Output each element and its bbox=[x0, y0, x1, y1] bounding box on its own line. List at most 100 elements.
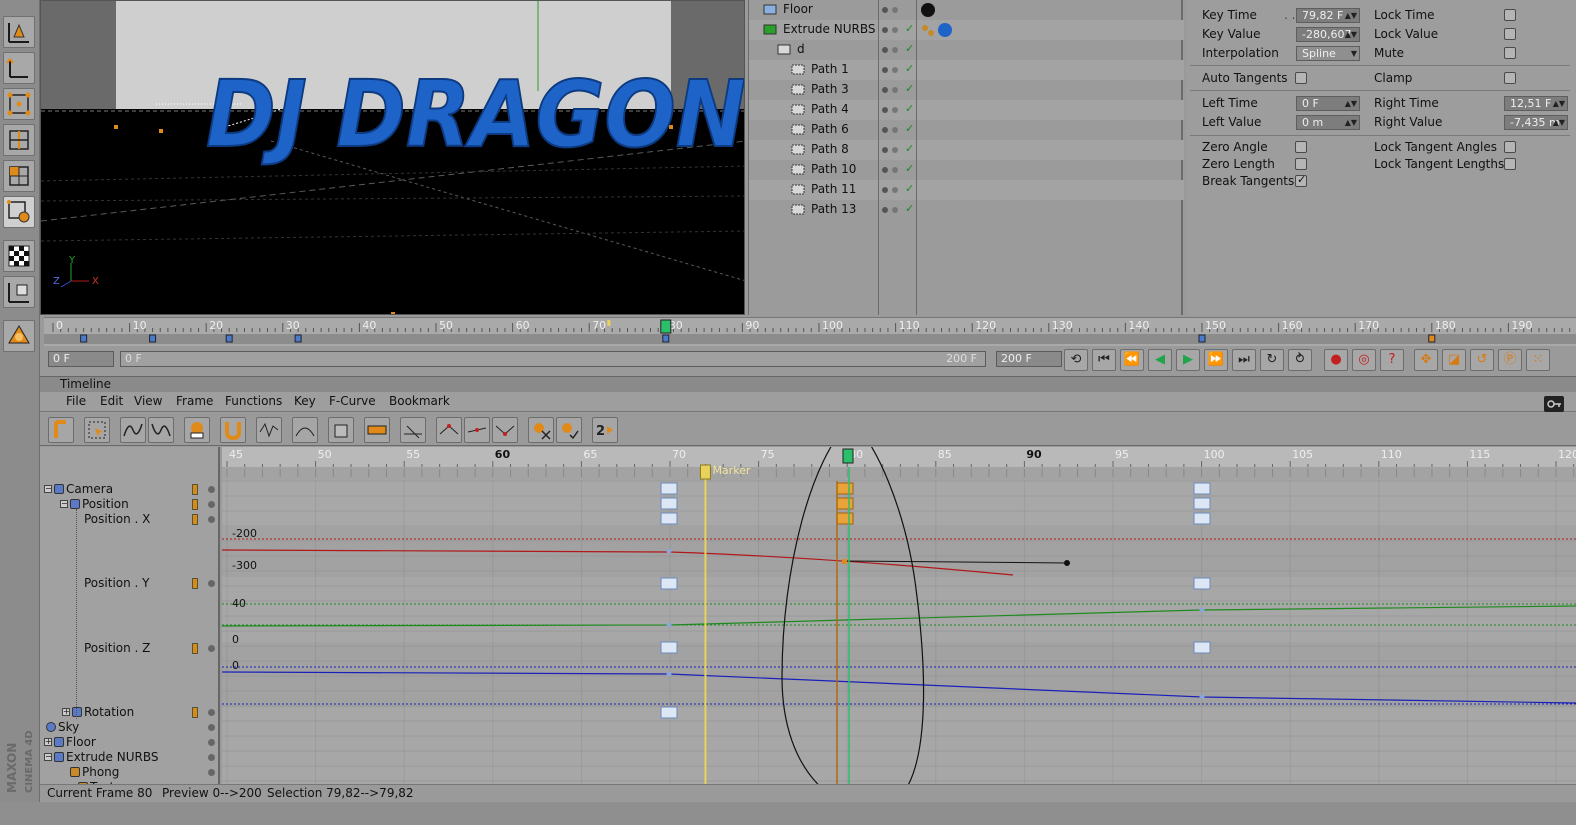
track-solo-dot[interactable] bbox=[208, 580, 215, 587]
visibility-dots[interactable] bbox=[882, 25, 902, 35]
render-icon[interactable] bbox=[3, 320, 35, 352]
object-row[interactable]: Path 11 ✓ bbox=[749, 180, 1184, 200]
marker-flag-icon[interactable] bbox=[699, 464, 711, 480]
fcurve-key[interactable] bbox=[1199, 694, 1205, 700]
track-row[interactable]: + Floor bbox=[40, 735, 218, 750]
keyframe-icon[interactable] bbox=[660, 706, 678, 719]
lock-value-checkbox[interactable] bbox=[1504, 28, 1516, 40]
fcurve-key[interactable] bbox=[666, 548, 672, 554]
current-frame-handle[interactable] bbox=[842, 448, 854, 464]
flat-key-icon[interactable] bbox=[256, 417, 282, 443]
visibility-dots[interactable] bbox=[882, 125, 902, 135]
object-row[interactable]: Path 6 ✓ bbox=[749, 120, 1184, 140]
move-icon[interactable] bbox=[3, 16, 35, 48]
visibility-dots[interactable] bbox=[882, 45, 902, 55]
scale-axes-icon[interactable] bbox=[3, 52, 35, 84]
visibility-dots[interactable] bbox=[882, 185, 902, 195]
end-frame-field[interactable]: 200 F bbox=[996, 351, 1062, 367]
3d-viewport[interactable]: DJ DRAGON Y Z X bbox=[40, 0, 745, 315]
object-row[interactable]: Path 4 ✓ bbox=[749, 100, 1184, 120]
enabled-check-icon[interactable]: ✓ bbox=[905, 202, 914, 215]
material-tag-icon[interactable] bbox=[921, 21, 957, 39]
track-row[interactable]: Position . X bbox=[40, 512, 218, 527]
track-solo-dot[interactable] bbox=[208, 486, 215, 493]
keyframe-icon[interactable] bbox=[1193, 482, 1211, 495]
preview-range-slider[interactable]: 0 F 200 F bbox=[120, 351, 986, 367]
key-time-field[interactable]: 79,82 F ▲▼ bbox=[1296, 8, 1360, 23]
keyframe-icon[interactable] bbox=[836, 497, 854, 510]
visibility-dots[interactable] bbox=[882, 105, 902, 115]
timeline-fcurve-graph[interactable]: 45 50 55 60 65 70 75 80 85 90 95 100 105 110 115 120 -20… bbox=[222, 447, 1576, 784]
menu-fcurve[interactable]: F-Curve bbox=[329, 394, 376, 408]
keyframe-icon[interactable] bbox=[1193, 512, 1211, 525]
enabled-check-icon[interactable]: ✓ bbox=[905, 22, 914, 35]
fcurve-key[interactable] bbox=[1199, 607, 1205, 613]
snap-icon[interactable] bbox=[220, 417, 246, 443]
track-solo-dot[interactable] bbox=[208, 645, 215, 652]
track-solo-dot[interactable] bbox=[208, 754, 215, 761]
mute-checkbox[interactable] bbox=[1504, 47, 1516, 59]
preview-loop-icon[interactable]: ⥁ bbox=[1288, 349, 1312, 371]
tangent-linear-icon[interactable] bbox=[436, 417, 462, 443]
keyframe-icon[interactable] bbox=[660, 641, 678, 654]
record-loop-icon[interactable]: ↻ bbox=[1260, 349, 1284, 371]
fcurve-mode-2-icon[interactable] bbox=[148, 417, 174, 443]
visibility-dots[interactable] bbox=[882, 65, 902, 75]
loop-icon[interactable]: ⟲ bbox=[1064, 349, 1088, 371]
menu-bookmark[interactable]: Bookmark bbox=[389, 394, 450, 408]
autokey-icon[interactable]: ◎ bbox=[1352, 349, 1376, 371]
track-row[interactable]: Position . Z bbox=[40, 641, 218, 656]
keyframe-icon[interactable] bbox=[660, 512, 678, 525]
zero-angle-checkbox[interactable] bbox=[1295, 141, 1307, 153]
fcurve-key[interactable] bbox=[666, 622, 672, 628]
selected-fcurve-key[interactable] bbox=[842, 559, 847, 564]
keyframe-icon[interactable] bbox=[660, 482, 678, 495]
prev-key-icon[interactable]: ⏪ bbox=[1120, 349, 1144, 371]
right-time-field[interactable]: 12,51 F ▲▼ bbox=[1504, 96, 1568, 111]
current-frame-handle[interactable] bbox=[660, 319, 672, 334]
enabled-check-icon[interactable]: ✓ bbox=[905, 62, 914, 75]
clamp-checkbox[interactable] bbox=[1504, 72, 1516, 84]
menu-key[interactable]: Key bbox=[294, 394, 316, 408]
track-row[interactable]: Position . Y bbox=[40, 576, 218, 591]
track-key-icon[interactable] bbox=[192, 707, 198, 718]
texture-axis-icon[interactable] bbox=[3, 276, 35, 308]
visibility-dots[interactable] bbox=[882, 85, 902, 95]
points-mode-icon[interactable] bbox=[3, 88, 35, 120]
key-mode-icon[interactable] bbox=[48, 417, 74, 443]
track-solo-dot[interactable] bbox=[208, 501, 215, 508]
delete-track-icon[interactable] bbox=[528, 417, 554, 443]
track-key-icon[interactable] bbox=[192, 514, 198, 525]
ease-icon[interactable] bbox=[292, 417, 318, 443]
enabled-check-icon[interactable]: ✓ bbox=[905, 42, 914, 55]
keyframe-icon[interactable] bbox=[836, 482, 854, 495]
menu-edit[interactable]: Edit bbox=[100, 394, 123, 408]
enabled-check-icon[interactable]: ✓ bbox=[905, 82, 914, 95]
lock-time-checkbox[interactable] bbox=[1504, 9, 1516, 21]
visibility-dots[interactable] bbox=[882, 205, 902, 215]
model-mode-icon[interactable] bbox=[3, 196, 35, 228]
menu-functions[interactable]: Functions bbox=[225, 394, 282, 408]
enabled-check-icon[interactable]: ✓ bbox=[905, 102, 914, 115]
expand-icon[interactable]: + bbox=[44, 738, 52, 746]
keyframe-icon[interactable] bbox=[660, 497, 678, 510]
object-row[interactable]: Path 1 ✓ bbox=[749, 60, 1184, 80]
object-row[interactable]: Path 10 ✓ bbox=[749, 160, 1184, 180]
lock-tangent-lengths-checkbox[interactable] bbox=[1504, 158, 1516, 170]
edges-mode-icon[interactable] bbox=[3, 124, 35, 156]
enabled-check-icon[interactable]: ✓ bbox=[905, 122, 914, 135]
track-key-icon[interactable] bbox=[192, 578, 198, 589]
fcurve-mode-icon[interactable] bbox=[120, 417, 146, 443]
expand-icon[interactable]: + bbox=[62, 708, 70, 716]
go-to-start-icon[interactable]: ⏮ bbox=[1092, 349, 1116, 371]
menu-frame[interactable]: Frame bbox=[176, 394, 213, 408]
track-row[interactable]: Sky bbox=[40, 720, 218, 735]
track-row[interactable]: − Position bbox=[40, 497, 218, 512]
next-key-icon[interactable]: ⏩ bbox=[1204, 349, 1228, 371]
parameter-key-icon[interactable]: Ⓟ bbox=[1498, 349, 1522, 371]
keyframe-selection-icon[interactable]: ? bbox=[1380, 349, 1404, 371]
object-row[interactable]: Path 8 ✓ bbox=[749, 140, 1184, 160]
menu-file[interactable]: File bbox=[66, 394, 86, 408]
interpolation-dropdown[interactable]: Spline ▼ bbox=[1296, 46, 1360, 61]
normalize-icon[interactable] bbox=[400, 417, 426, 443]
